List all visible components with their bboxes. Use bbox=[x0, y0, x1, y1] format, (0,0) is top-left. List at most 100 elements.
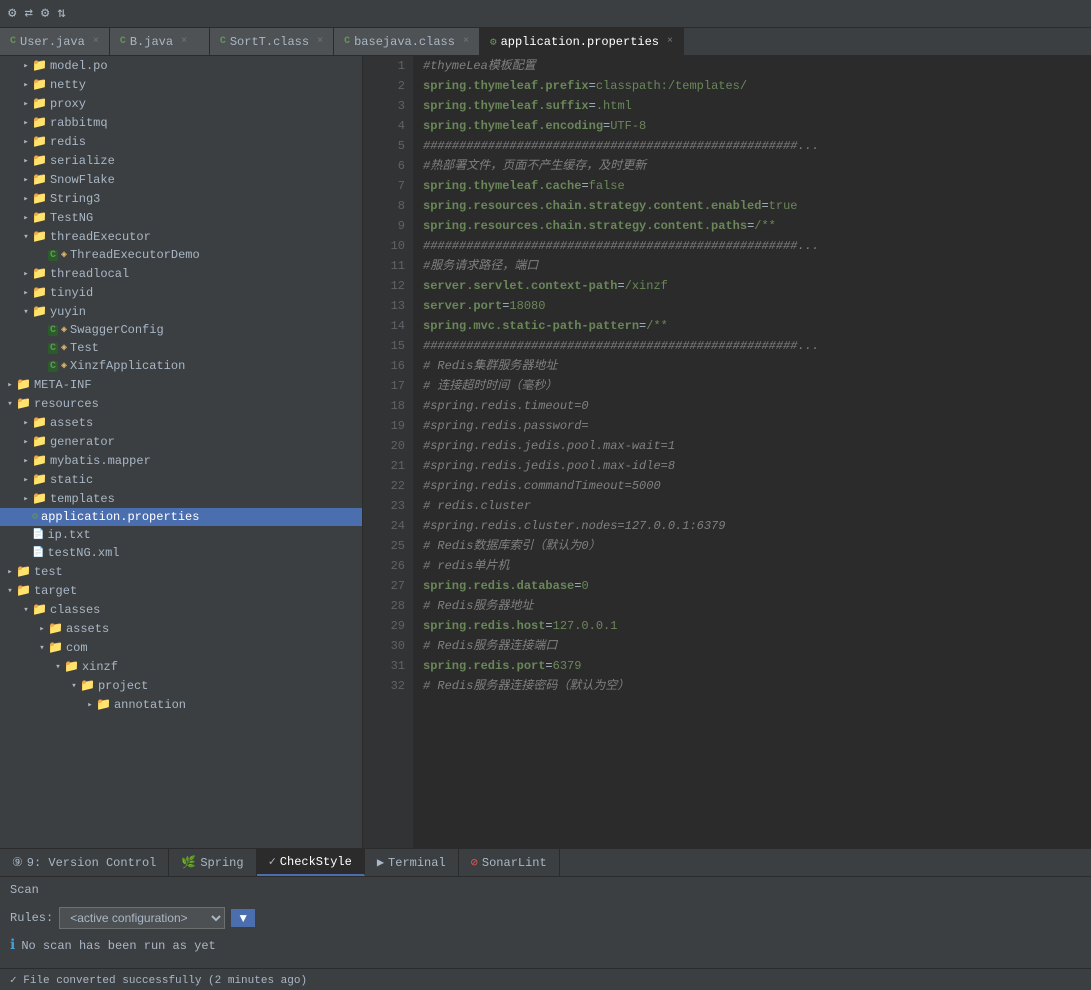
folder-arrow: ▾ bbox=[4, 586, 16, 596]
tree-item-redis[interactable]: ▸📁redis bbox=[0, 132, 362, 151]
tab-close-basejava[interactable]: × bbox=[463, 36, 469, 47]
tree-item-testng-xml[interactable]: 📄testNG.xml bbox=[0, 544, 362, 562]
toolbar-icon-settings[interactable]: ⚙ bbox=[8, 5, 16, 22]
folder-icon: 📁 bbox=[32, 602, 47, 617]
tree-item-snowflake[interactable]: ▸📁SnowFlake bbox=[0, 170, 362, 189]
toolbar-icon-sync[interactable]: ⇄ bbox=[24, 5, 32, 22]
class-icon: C bbox=[48, 343, 58, 354]
tree-label: threadlocal bbox=[50, 267, 129, 281]
tab-b-java[interactable]: C B.java × bbox=[110, 28, 210, 55]
prop-key: spring.redis.host bbox=[423, 619, 545, 633]
rules-dropdown-button[interactable]: ▼ bbox=[231, 909, 255, 927]
tab-close-app-props[interactable]: × bbox=[667, 36, 673, 47]
folder-icon: 📁 bbox=[32, 266, 47, 281]
prop-key: spring.thymeleaf.encoding bbox=[423, 119, 603, 133]
code-line-7: spring.thymeleaf.cache=false bbox=[423, 176, 1091, 196]
tree-item-serialize[interactable]: ▸📁serialize bbox=[0, 151, 362, 170]
tree-item-application-properties[interactable]: ⚙application.properties bbox=[0, 508, 362, 526]
tree-item-netty[interactable]: ▸📁netty bbox=[0, 75, 362, 94]
folder-arrow: ▸ bbox=[20, 194, 32, 204]
tab-close-sortt[interactable]: × bbox=[317, 36, 323, 47]
line-number-5: 5 bbox=[363, 136, 413, 156]
tree-label: proxy bbox=[50, 97, 86, 111]
bottom-tab-terminal[interactable]: ▶ Terminal bbox=[365, 849, 459, 876]
folder-icon: 📁 bbox=[32, 115, 47, 130]
tree-item-threadexecutordemo[interactable]: C◈ThreadExecutorDemo bbox=[0, 246, 362, 264]
tab-close-user-java[interactable]: × bbox=[93, 36, 99, 47]
bottom-tab-checkstyle[interactable]: ✓ CheckStyle bbox=[257, 849, 365, 876]
tree-label: classes bbox=[50, 603, 100, 617]
tree-item-model-po[interactable]: ▸📁model.po bbox=[0, 56, 362, 75]
tree-item-xinzfapplication[interactable]: C◈XinzfApplication bbox=[0, 357, 362, 375]
sonarlint-label: SonarLint bbox=[482, 856, 547, 870]
folder-icon: 📁 bbox=[32, 210, 47, 225]
code-line-29: spring.redis.host=127.0.0.1 bbox=[423, 616, 1091, 636]
tree-item-yuyin[interactable]: ▾📁yuyin bbox=[0, 302, 362, 321]
tree-item-meta-inf[interactable]: ▸📁META-INF bbox=[0, 375, 362, 394]
code-line-2: spring.thymeleaf.prefix=classpath:/templ… bbox=[423, 76, 1091, 96]
tab-icon-app-props: ⚙ bbox=[490, 35, 497, 49]
folder-arrow: ▸ bbox=[4, 567, 16, 577]
bottom-tab-version-control[interactable]: ⑨ 9: Version Control bbox=[0, 849, 169, 876]
toolbar-icon-build[interactable]: ⚙ bbox=[41, 5, 49, 22]
tree-item-threadlocal[interactable]: ▸📁threadlocal bbox=[0, 264, 362, 283]
tree-item-static[interactable]: ▸📁static bbox=[0, 470, 362, 489]
tree-item-annotation[interactable]: ▸📁annotation bbox=[0, 695, 362, 714]
bottom-tab-spring[interactable]: 🌿 Spring bbox=[169, 849, 256, 876]
tree-item-xinzf[interactable]: ▾📁xinzf bbox=[0, 657, 362, 676]
tree-item-resources[interactable]: ▾📁resources bbox=[0, 394, 362, 413]
folder-arrow: ▸ bbox=[20, 137, 32, 147]
line-number-13: 13 bbox=[363, 296, 413, 316]
tree-item-string3[interactable]: ▸📁String3 bbox=[0, 189, 362, 208]
tree-item-generator[interactable]: ▸📁generator bbox=[0, 432, 362, 451]
comment-text: # Redis数据库索引（默认为0） bbox=[423, 539, 601, 553]
interface-icon: ◈ bbox=[61, 249, 67, 261]
tree-item-testng[interactable]: ▸📁TestNG bbox=[0, 208, 362, 227]
tree-item-com[interactable]: ▾📁com bbox=[0, 638, 362, 657]
folder-arrow: ▾ bbox=[20, 307, 32, 317]
spring-icon: 🌿 bbox=[181, 855, 196, 870]
tree-item-ip-txt[interactable]: 📄ip.txt bbox=[0, 526, 362, 544]
folder-arrow: ▸ bbox=[20, 494, 32, 504]
tree-item-project[interactable]: ▾📁project bbox=[0, 676, 362, 695]
tree-item-test[interactable]: ▸📁test bbox=[0, 562, 362, 581]
tree-item-assets[interactable]: ▸📁assets bbox=[0, 619, 362, 638]
tree-item-test[interactable]: C◈Test bbox=[0, 339, 362, 357]
tree-item-swaggerconfig[interactable]: C◈SwaggerConfig bbox=[0, 321, 362, 339]
tab-basejava-class[interactable]: C basejava.class × bbox=[334, 28, 480, 55]
code-line-14: spring.mvc.static-path-pattern=/** bbox=[423, 316, 1091, 336]
prop-value: true bbox=[769, 199, 798, 213]
tree-label: assets bbox=[66, 622, 109, 636]
tab-application-properties[interactable]: ⚙ application.properties × bbox=[480, 28, 684, 55]
code-line-32: # Redis服务器连接密码（默认为空） bbox=[423, 676, 1091, 696]
tree-label: annotation bbox=[114, 698, 186, 712]
rules-select[interactable]: <active configuration> bbox=[59, 907, 225, 929]
scan-area: Scan bbox=[0, 877, 1091, 903]
bottom-tab-sonarlint[interactable]: ⊘ SonarLint bbox=[459, 849, 560, 876]
tree-item-tinyid[interactable]: ▸📁tinyid bbox=[0, 283, 362, 302]
tab-sortt-class[interactable]: C SortT.class × bbox=[210, 28, 334, 55]
line-number-9: 9 bbox=[363, 216, 413, 236]
toolbar-icon-run[interactable]: ⇅ bbox=[57, 5, 65, 22]
prop-value: 18080 bbox=[509, 299, 545, 313]
tree-item-templates[interactable]: ▸📁templates bbox=[0, 489, 362, 508]
commented-text: # redis.cluster bbox=[423, 499, 531, 513]
tree-item-proxy[interactable]: ▸📁proxy bbox=[0, 94, 362, 113]
code-line-31: spring.redis.port=6379 bbox=[423, 656, 1091, 676]
prop-key: spring.redis.port bbox=[423, 659, 545, 673]
tab-user-java[interactable]: C User.java × bbox=[0, 28, 110, 55]
comment-text: # Redis服务器地址 bbox=[423, 599, 533, 613]
line-number-15: 15 bbox=[363, 336, 413, 356]
line-number-30: 30 bbox=[363, 636, 413, 656]
tree-item-target[interactable]: ▾📁target bbox=[0, 581, 362, 600]
tree-item-mybatis-mapper[interactable]: ▸📁mybatis.mapper bbox=[0, 451, 362, 470]
tab-close-b-java[interactable]: × bbox=[181, 36, 187, 47]
terminal-label: Terminal bbox=[388, 856, 446, 870]
tree-item-rabbitmq[interactable]: ▸📁rabbitmq bbox=[0, 113, 362, 132]
folder-icon: 📁 bbox=[32, 77, 47, 92]
tree-item-classes[interactable]: ▾📁classes bbox=[0, 600, 362, 619]
tree-item-assets[interactable]: ▸📁assets bbox=[0, 413, 362, 432]
tree-label: assets bbox=[50, 416, 93, 430]
prop-sep: = bbox=[589, 79, 596, 93]
tree-item-threadexecutor[interactable]: ▾📁threadExecutor bbox=[0, 227, 362, 246]
